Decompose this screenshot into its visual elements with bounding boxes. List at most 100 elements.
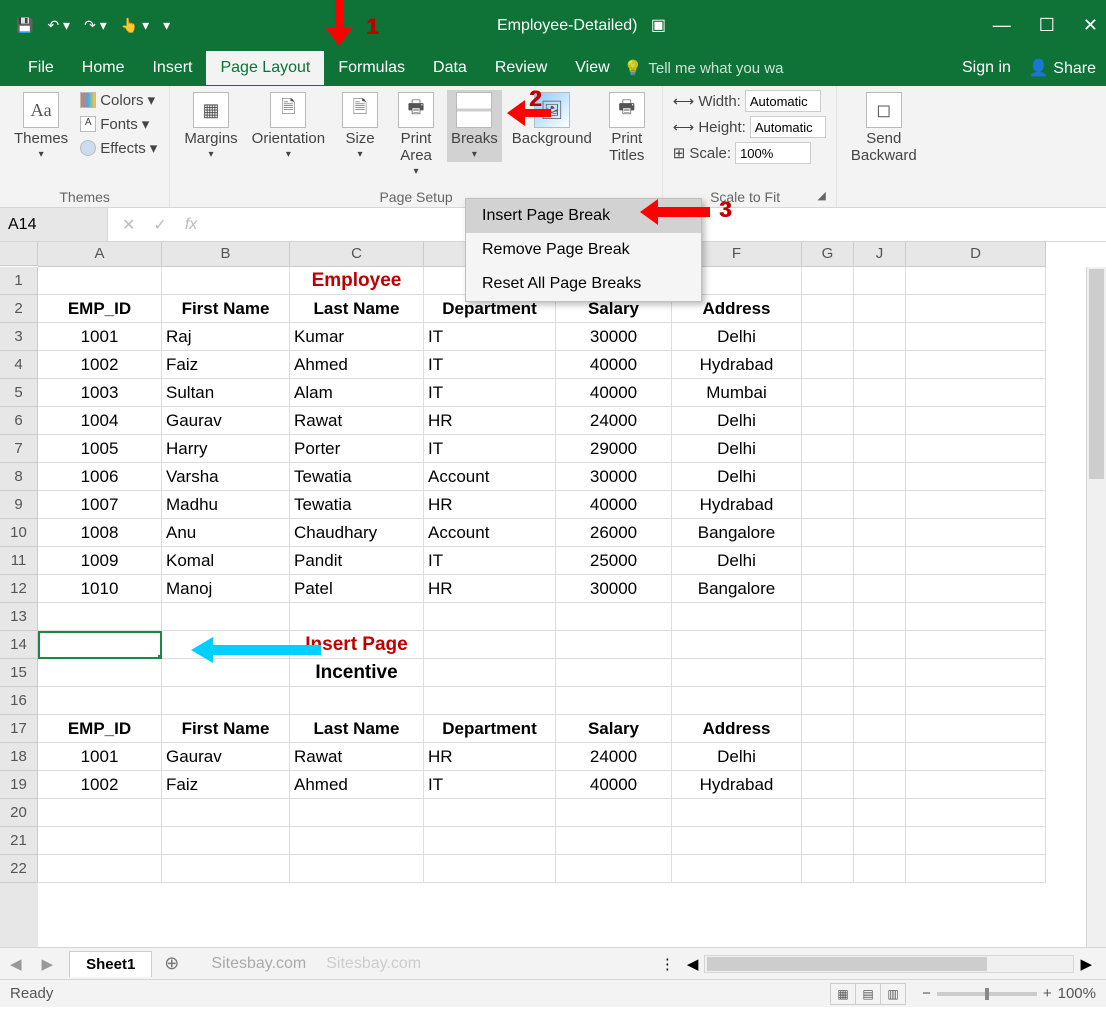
- print-area-button[interactable]: 🖶Print Area▾: [391, 90, 441, 179]
- cell[interactable]: Bangalore: [672, 519, 802, 547]
- cell[interactable]: [802, 743, 854, 771]
- row-header[interactable]: 1: [0, 267, 38, 295]
- cell[interactable]: [906, 603, 1046, 631]
- col-header[interactable]: J: [854, 242, 906, 266]
- row-header[interactable]: 22: [0, 855, 38, 883]
- cell[interactable]: [802, 855, 854, 883]
- cell[interactable]: [906, 827, 1046, 855]
- name-box[interactable]: [0, 208, 108, 241]
- cell[interactable]: [556, 603, 672, 631]
- cell[interactable]: Faiz: [162, 771, 290, 799]
- cell[interactable]: [854, 771, 906, 799]
- cell[interactable]: [162, 687, 290, 715]
- view-pagebreak-icon[interactable]: ▥: [880, 983, 906, 1005]
- cell[interactable]: [556, 687, 672, 715]
- cell[interactable]: [802, 715, 854, 743]
- sheet-nav-next[interactable]: ▶: [32, 955, 64, 973]
- cell[interactable]: Delhi: [672, 743, 802, 771]
- cell[interactable]: [906, 799, 1046, 827]
- cell[interactable]: IT: [424, 435, 556, 463]
- tab-formulas[interactable]: Formulas: [324, 51, 419, 85]
- cell[interactable]: 29000: [556, 435, 672, 463]
- breaks-button[interactable]: Breaks▾: [447, 90, 502, 162]
- cell[interactable]: Salary: [556, 715, 672, 743]
- cell[interactable]: [802, 659, 854, 687]
- cell[interactable]: Alam: [290, 379, 424, 407]
- cell[interactable]: Pandit: [290, 547, 424, 575]
- minimize-icon[interactable]: —: [993, 15, 1011, 36]
- cell[interactable]: Ahmed: [290, 351, 424, 379]
- cell[interactable]: 1008: [38, 519, 162, 547]
- cell[interactable]: [906, 771, 1046, 799]
- cell[interactable]: Anu: [162, 519, 290, 547]
- cell[interactable]: [906, 295, 1046, 323]
- cell[interactable]: Address: [672, 715, 802, 743]
- cell[interactable]: [906, 659, 1046, 687]
- cell[interactable]: Delhi: [672, 323, 802, 351]
- cell[interactable]: 1002: [38, 351, 162, 379]
- row-header[interactable]: 19: [0, 771, 38, 799]
- cell[interactable]: [906, 687, 1046, 715]
- cell[interactable]: [802, 799, 854, 827]
- cell[interactable]: Raj: [162, 323, 290, 351]
- cell[interactable]: [854, 379, 906, 407]
- row-headers[interactable]: 12345678910111213141516171819202122: [0, 267, 38, 947]
- cell[interactable]: [802, 519, 854, 547]
- menu-reset-page-breaks[interactable]: Reset All Page Breaks: [466, 267, 701, 301]
- cell[interactable]: [854, 659, 906, 687]
- cell[interactable]: IT: [424, 547, 556, 575]
- tab-insert[interactable]: Insert: [138, 51, 206, 85]
- cell[interactable]: Delhi: [672, 435, 802, 463]
- cell[interactable]: [854, 491, 906, 519]
- cell[interactable]: [906, 351, 1046, 379]
- row-header[interactable]: 6: [0, 407, 38, 435]
- cell[interactable]: 1001: [38, 323, 162, 351]
- cell[interactable]: [672, 631, 802, 659]
- cell[interactable]: [854, 631, 906, 659]
- cell[interactable]: [906, 491, 1046, 519]
- cell[interactable]: [802, 631, 854, 659]
- cell[interactable]: [38, 855, 162, 883]
- cell[interactable]: [162, 267, 290, 295]
- fx-cancel-icon[interactable]: ✕: [122, 215, 135, 235]
- cell[interactable]: Faiz: [162, 351, 290, 379]
- cell[interactable]: [802, 351, 854, 379]
- cell[interactable]: Delhi: [672, 407, 802, 435]
- cell[interactable]: [556, 855, 672, 883]
- cell[interactable]: [162, 827, 290, 855]
- row-header[interactable]: 7: [0, 435, 38, 463]
- tab-data[interactable]: Data: [419, 51, 481, 85]
- cell[interactable]: [854, 267, 906, 295]
- cell[interactable]: [556, 827, 672, 855]
- cell[interactable]: [802, 547, 854, 575]
- cell[interactable]: [38, 687, 162, 715]
- cell[interactable]: [854, 323, 906, 351]
- worksheet-grid[interactable]: Employee DetailsEMP_IDFirst NameLast Nam…: [38, 267, 1046, 947]
- fx-enter-icon[interactable]: ✓: [153, 215, 166, 235]
- cell[interactable]: [424, 687, 556, 715]
- cell[interactable]: [906, 267, 1046, 295]
- cell[interactable]: IT: [424, 771, 556, 799]
- view-normal-icon[interactable]: ▦: [830, 983, 856, 1005]
- cell[interactable]: [802, 491, 854, 519]
- tab-file[interactable]: File: [14, 51, 68, 85]
- cell[interactable]: IT: [424, 351, 556, 379]
- cell[interactable]: 30000: [556, 575, 672, 603]
- cell[interactable]: 25000: [556, 547, 672, 575]
- cell[interactable]: 40000: [556, 771, 672, 799]
- maximize-icon[interactable]: ☐: [1039, 15, 1055, 36]
- cell[interactable]: 26000: [556, 519, 672, 547]
- cell[interactable]: [802, 771, 854, 799]
- row-header[interactable]: 16: [0, 687, 38, 715]
- cell[interactable]: Account: [424, 463, 556, 491]
- cell[interactable]: Last Name: [290, 295, 424, 323]
- cell[interactable]: [556, 659, 672, 687]
- zoom-in-icon[interactable]: +: [1043, 985, 1052, 1002]
- cell[interactable]: [802, 267, 854, 295]
- cell[interactable]: [854, 295, 906, 323]
- cell[interactable]: [38, 603, 162, 631]
- cell[interactable]: 30000: [556, 463, 672, 491]
- cell[interactable]: Rawat: [290, 743, 424, 771]
- row-header[interactable]: 5: [0, 379, 38, 407]
- cell[interactable]: Tewatia: [290, 463, 424, 491]
